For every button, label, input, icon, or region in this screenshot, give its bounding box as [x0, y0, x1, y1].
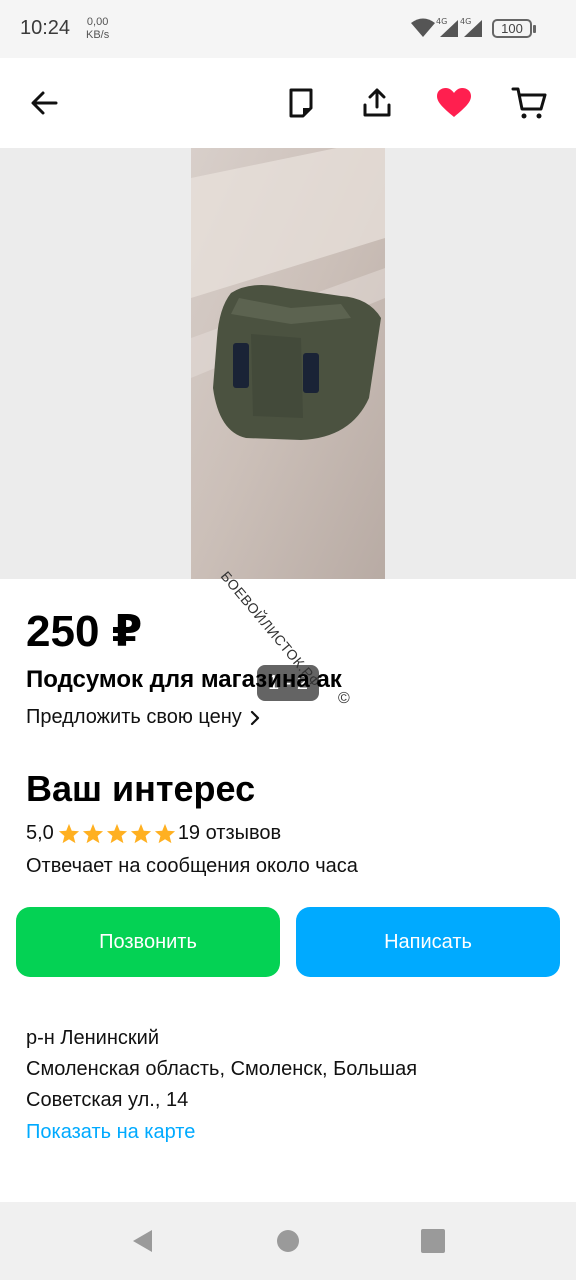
back-button[interactable] [24, 83, 64, 123]
listing-title: Подсумок для магазина ак [26, 666, 342, 693]
star-icon [130, 823, 151, 844]
star-icon [154, 823, 175, 844]
network-speed-unit: KB/s [86, 29, 110, 41]
listing-price: 250 ₽ [26, 607, 143, 656]
seller-name[interactable]: Ваш интерес [26, 768, 255, 810]
back-triangle-icon[interactable] [130, 1228, 156, 1254]
network-speed: 0,00 KB/s [86, 16, 109, 42]
star-icon [82, 823, 103, 844]
favorite-heart-icon [437, 88, 471, 117]
home-circle-icon[interactable] [275, 1228, 301, 1254]
write-button[interactable]: Написать [296, 907, 560, 977]
signal-4g-icon-2: 4G [460, 17, 482, 37]
share-icon [363, 88, 391, 117]
seller-rating[interactable]: 5,0 19 отзывов [26, 822, 281, 845]
status-time: 10:24 [20, 17, 71, 39]
chevron-right-icon [250, 710, 259, 725]
svg-text:4G: 4G [460, 17, 471, 26]
status-bar: 10:24 0,00 KB/s 4G 4G 100 [0, 0, 576, 58]
signal-4g-icon: 4G [436, 17, 458, 37]
photo-gallery[interactable]: 1 - 2 Avito [0, 148, 576, 719]
response-time: Отвечает на сообщения около часа [26, 855, 358, 877]
share-button[interactable] [357, 83, 397, 123]
cart-icon [511, 87, 547, 119]
rating-stars [58, 823, 176, 844]
system-nav-bar [0, 1202, 576, 1280]
battery-level: 100 [501, 21, 523, 36]
recents-square-icon[interactable] [420, 1228, 446, 1254]
cart-button[interactable] [509, 83, 549, 123]
address-line-1: Смоленская область, Смоленск, Большая [26, 1058, 418, 1080]
network-speed-value: 0,00 [86, 16, 109, 28]
district: р-н Ленинский [26, 1027, 159, 1049]
reviews-count: 19 отзывов [177, 822, 282, 844]
address-line-2: Советская ул., 14 [26, 1089, 189, 1111]
back-arrow-icon [31, 91, 58, 115]
note-icon [289, 88, 313, 118]
note-button[interactable] [281, 83, 321, 123]
show-on-map-link[interactable]: Показать на карте [26, 1121, 195, 1144]
product-photo[interactable] [191, 148, 385, 579]
favorite-button[interactable] [434, 83, 474, 123]
offer-price-link[interactable]: Предложить свою цену [26, 706, 260, 729]
top-toolbar [0, 58, 576, 148]
offer-price-label: Предложить свою цену [26, 706, 242, 728]
battery-indicator: 100 [492, 19, 536, 38]
star-icon [106, 823, 127, 844]
product-photo-image [191, 148, 385, 579]
rating-value: 5,0 [26, 822, 54, 844]
star-icon [58, 823, 79, 844]
wifi-icon [411, 18, 435, 37]
call-button[interactable]: Позвонить [16, 907, 280, 977]
svg-text:4G: 4G [436, 17, 447, 26]
